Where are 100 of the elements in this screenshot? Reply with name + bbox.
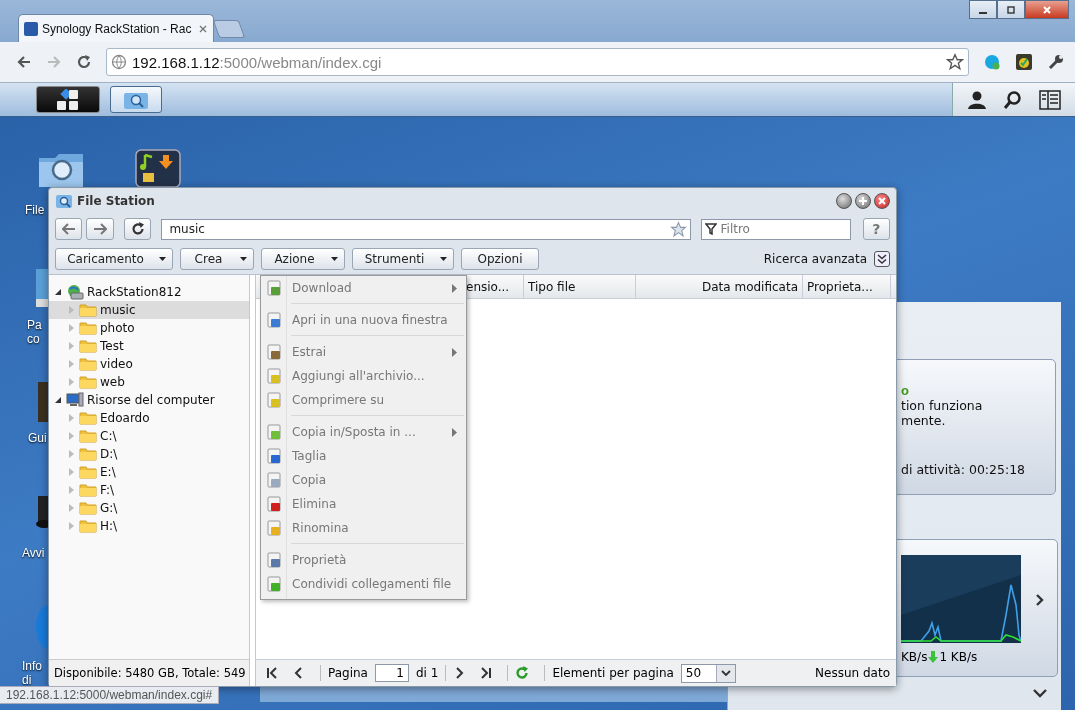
close-icon	[1042, 4, 1052, 15]
user-icon[interactable]	[967, 89, 987, 110]
status-url: 192.168.1.12:5000/webman/index.cgi#	[6, 688, 213, 702]
status-text: tion funziona	[901, 398, 983, 413]
toolbar-button[interactable]: Strumenti	[352, 248, 454, 270]
folder-icon	[79, 429, 97, 443]
file-station-task-button[interactable]	[110, 86, 162, 113]
toolbar-button[interactable]: Azione	[261, 248, 345, 270]
per-page-label: Elementi per pagina	[552, 666, 674, 680]
folder-icon	[79, 501, 97, 515]
refresh-icon[interactable]	[515, 666, 530, 680]
maximize-button[interactable]	[997, 0, 1025, 19]
tree-item[interactable]: G:\	[49, 499, 249, 517]
tree-item[interactable]: H:\	[49, 517, 249, 535]
column-header[interactable]: Proprieta...	[803, 275, 891, 298]
document-icon	[266, 496, 282, 512]
maximize-icon	[1006, 4, 1016, 15]
back-button[interactable]	[55, 218, 83, 240]
uptime-text: di attività: 00:25:18	[901, 462, 1026, 477]
folder-icon	[79, 465, 97, 479]
download-rate: 1 KB/s	[939, 650, 978, 664]
minimize-icon	[979, 11, 987, 14]
tree-item[interactable]: C:\	[49, 427, 249, 445]
document-icon	[266, 368, 282, 384]
document-icon	[266, 280, 282, 296]
close-icon[interactable]	[199, 24, 207, 33]
previous-page-icon[interactable]	[293, 667, 305, 679]
tree-item[interactable]: Risorse del computer	[49, 391, 249, 409]
folder-icon	[79, 303, 97, 317]
filter-field[interactable]: Filtro	[700, 218, 851, 240]
forward-arrow-icon	[93, 223, 108, 235]
column-header[interactable]: Tipo file	[524, 275, 636, 298]
widgets-icon[interactable]	[1039, 89, 1061, 110]
tree-item[interactable]: music	[49, 301, 249, 319]
minimize-button[interactable]	[836, 193, 852, 209]
file-station-icon	[55, 193, 73, 209]
document-icon	[266, 344, 282, 360]
forward-button[interactable]	[86, 218, 114, 240]
toolbar-button[interactable]: Crea	[180, 248, 254, 270]
desktop-icon-label: File	[25, 203, 45, 217]
path-field[interactable]: music	[161, 218, 691, 240]
help-button[interactable]: ?	[862, 218, 890, 240]
page-label: Pagina	[328, 666, 368, 680]
new-tab-button[interactable]	[212, 20, 246, 38]
refresh-button[interactable]	[123, 218, 152, 240]
first-page-icon[interactable]	[266, 667, 278, 679]
star-icon[interactable]	[946, 53, 964, 71]
dsm-icon	[24, 21, 38, 36]
computer-icon	[66, 392, 84, 408]
desktop-icon-label: di	[22, 673, 32, 687]
document-icon	[266, 312, 282, 328]
search-icon[interactable]	[1003, 89, 1023, 110]
next-page-icon[interactable]	[453, 667, 466, 679]
expand-button[interactable]	[874, 251, 890, 267]
browser-tab[interactable]: Synology RackStation - Rac	[18, 14, 214, 42]
address-bar[interactable]: 192.168.1.12:5000/webman/index.cgi	[106, 48, 969, 76]
desktop-icon-label: Avvi	[22, 546, 45, 560]
tree-item[interactable]: RackStation812	[49, 283, 249, 301]
close-icon	[877, 196, 887, 206]
folder-icon	[79, 519, 97, 533]
expander-icon[interactable]	[55, 289, 61, 295]
per-page-select[interactable]: 50	[680, 663, 736, 683]
main-menu-button[interactable]	[36, 86, 100, 113]
refresh-icon	[130, 222, 145, 236]
close-button[interactable]	[874, 193, 890, 209]
download-station-icon[interactable]	[135, 149, 181, 187]
close-button[interactable]	[1025, 0, 1069, 19]
wrench-icon[interactable]	[1047, 53, 1065, 71]
tree-item[interactable]: Edoardo	[49, 409, 249, 427]
pager-status: Nessun dato	[815, 666, 890, 680]
tree-item[interactable]: E:\	[49, 463, 249, 481]
download-arrow-icon	[928, 651, 939, 663]
tree-item[interactable]: photo	[49, 319, 249, 337]
last-page-icon[interactable]	[480, 667, 493, 679]
chevron-down-icon	[720, 670, 731, 676]
star-icon[interactable]	[669, 220, 687, 238]
clock-check-icon[interactable]	[1015, 53, 1033, 71]
document-icon	[266, 424, 282, 440]
toolbar-button[interactable]: Caricamento	[55, 248, 173, 270]
column-header[interactable]: Data modificata	[636, 275, 803, 298]
page-field[interactable]: 1	[374, 664, 409, 682]
desktop-icon-label: Pa	[27, 318, 42, 332]
status-heading: o	[901, 383, 909, 398]
back-icon[interactable]	[16, 54, 32, 70]
tree-item[interactable]: D:\	[49, 445, 249, 463]
document-icon	[266, 392, 282, 408]
maximize-button[interactable]	[855, 193, 871, 209]
tree-item[interactable]: web	[49, 373, 249, 391]
folder-icon	[79, 321, 97, 335]
tree-item[interactable]: video	[49, 355, 249, 373]
reload-icon[interactable]	[76, 54, 92, 70]
document-icon	[266, 576, 282, 592]
document-icon	[266, 552, 282, 568]
minimize-button[interactable]	[969, 0, 997, 19]
tree-item[interactable]: F:\	[49, 481, 249, 499]
toolbar-button[interactable]: Opzioni	[461, 248, 539, 270]
globe-icon	[111, 54, 127, 70]
tree-item[interactable]: Test	[49, 337, 249, 355]
double-chevron-icon	[877, 254, 887, 264]
advanced-search-link[interactable]: Ricerca avanzata	[763, 252, 867, 266]
